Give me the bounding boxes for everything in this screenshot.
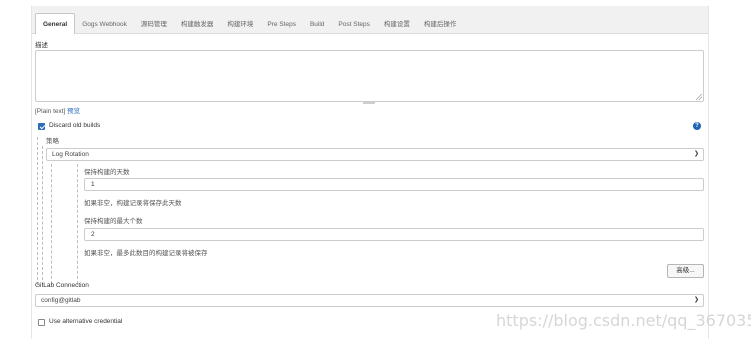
discard-old-builds-checkbox[interactable] [38,123,45,130]
job-config-panel: General Gogs Webhook 源码管理 构建触发器 构建环境 Pre… [31,6,709,339]
strategy-value: Log Rotation [52,151,89,158]
section-guide [37,137,38,285]
chevron-down-icon: ❯ [693,297,699,303]
subsection-guide [77,164,78,284]
days-label: 保持构建的天数 [84,169,130,176]
description-format: [Plain text] 预览 [35,105,80,115]
tab-build-env[interactable]: 构建环境 [220,15,260,34]
tab-post-build[interactable]: 构建后操作 [417,15,464,34]
plain-text-label: [Plain text] [35,108,66,115]
tab-source-code[interactable]: 源码管理 [134,15,174,34]
alt-credential-checkbox[interactable] [38,319,45,326]
tab-pre-steps[interactable]: Pre Steps [260,15,303,34]
tab-list: General Gogs Webhook 源码管理 构建触发器 构建环境 Pre… [35,10,463,34]
resize-handle-icon[interactable] [696,94,702,100]
chevron-down-icon: ❯ [693,151,699,157]
description-textarea[interactable] [35,50,704,102]
gitlab-connection-select[interactable]: config@gitlab ❯ [35,294,704,307]
preview-link[interactable]: 预览 [67,108,80,115]
section-guide [42,146,43,285]
textarea-grip[interactable] [363,102,375,104]
help-icon[interactable]: ? [693,122,701,130]
config-tab-bar: General Gogs Webhook 源码管理 构建触发器 构建环境 Pre… [32,6,708,34]
description-label: 描述 [35,42,48,49]
strategy-label: 策略 [46,138,59,145]
gitlab-connection-label: GitLab Connection [35,282,89,289]
tab-post-steps[interactable]: Post Steps [331,15,376,34]
days-to-keep-input[interactable]: 1 [84,178,704,191]
tab-build[interactable]: Build [303,15,331,34]
subsection-guide [51,164,52,284]
max-builds-label: 保持构建的最大个数 [84,218,143,225]
tab-gogs-webhook[interactable]: Gogs Webhook [75,15,134,34]
alt-credential-label: Use alternative credential [49,318,123,325]
advanced-button[interactable]: 高级... [667,264,704,278]
max-builds-hint: 如果非空，最多此数目的构建记录将被保存 [84,250,208,257]
days-hint: 如果非空，构建记录将保存此天数 [84,200,182,207]
tab-build-triggers[interactable]: 构建触发器 [174,15,221,34]
max-builds-input[interactable]: 2 [84,228,704,241]
strategy-select[interactable]: Log Rotation ❯ [46,148,704,161]
tab-general[interactable]: General [35,13,76,34]
discard-old-builds-label: Discard old builds [49,122,101,129]
tab-build-settings[interactable]: 构建设置 [377,15,417,34]
watermark: https://blog.csdn.net/qq_36703564 [496,311,751,330]
gitlab-connection-value: config@gitlab [41,297,81,304]
